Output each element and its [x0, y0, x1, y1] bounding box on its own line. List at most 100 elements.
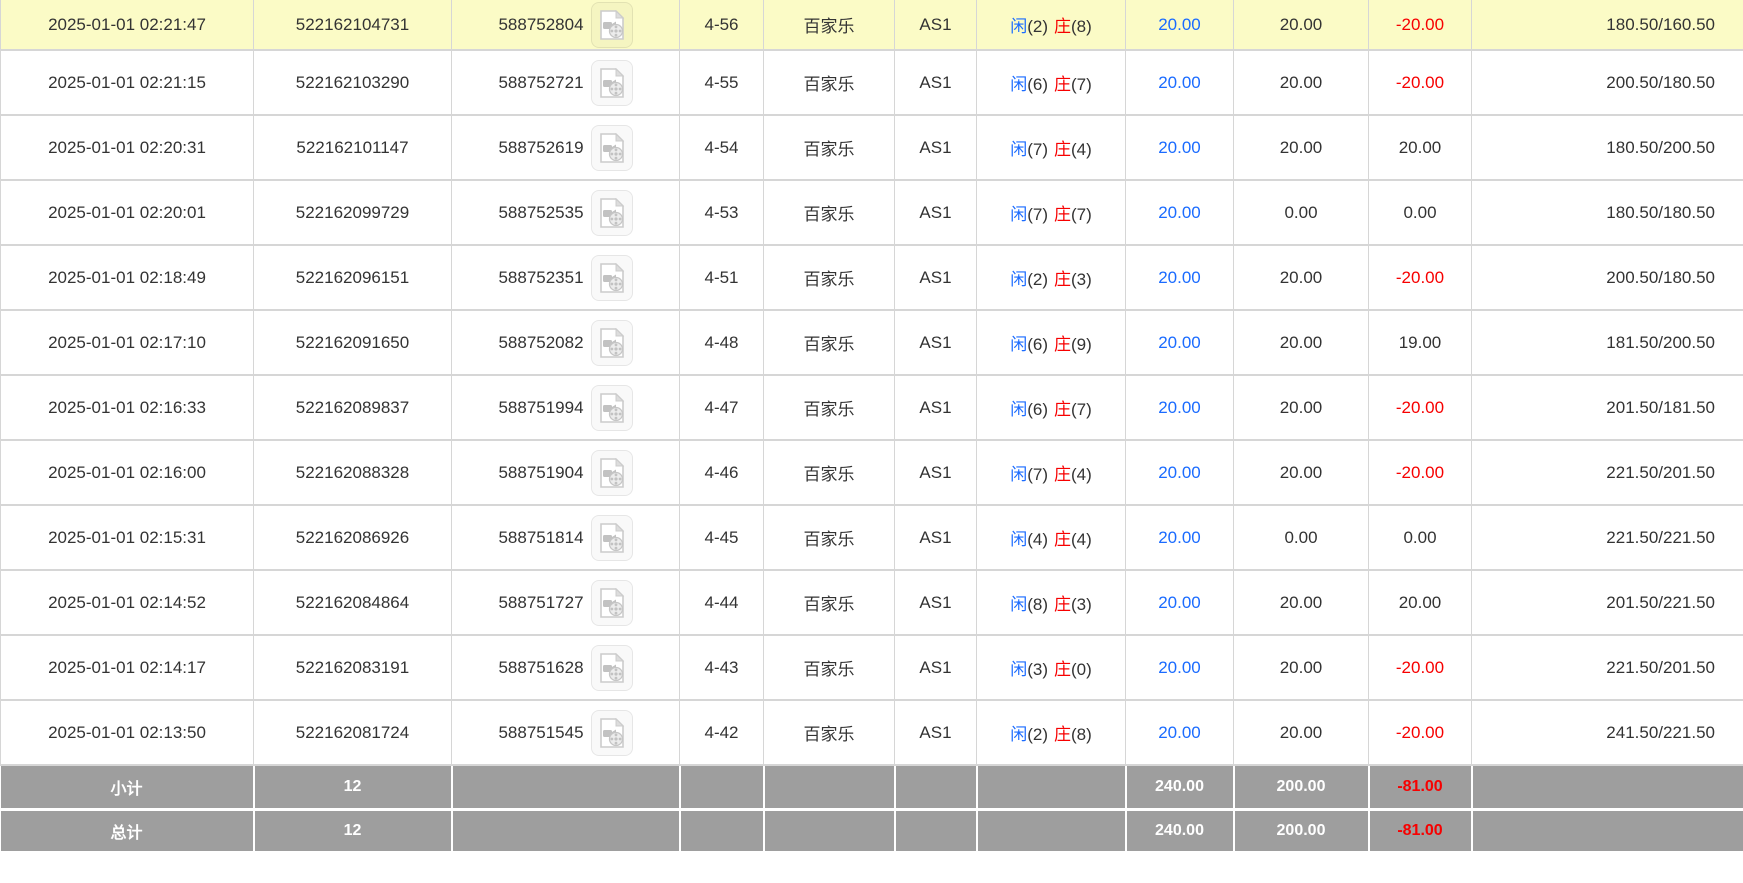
table-row[interactable]: 2025-01-01 02:16:00522162088328588751904… [1, 440, 1743, 505]
order-number-cell: 522162101147 [254, 115, 452, 180]
table-row[interactable]: 2025-01-01 02:14:52522162084864588751727… [1, 570, 1743, 635]
banker-score: (7) [1071, 75, 1092, 94]
round-number-group: 588752535 [452, 190, 679, 236]
time-cell: 2025-01-01 02:18:49 [1, 245, 254, 310]
game-type-cell: 百家乐 [764, 180, 895, 245]
table-row[interactable]: 2025-01-01 02:13:50522162081724588751545… [1, 700, 1743, 765]
subtotal-bet-total-cell: 240.00 [1126, 765, 1234, 809]
video-replay-button[interactable] [591, 580, 633, 626]
bet-amount-cell: 20.00 [1126, 245, 1234, 310]
winloss-cell: -20.00 [1369, 50, 1472, 115]
video-replay-button[interactable] [591, 450, 633, 496]
table-row[interactable]: 2025-01-01 02:21:15522162103290588752721… [1, 50, 1743, 115]
total-empty-cell [895, 809, 977, 851]
video-replay-button[interactable] [591, 710, 633, 756]
order-number-cell: 522162089837 [254, 375, 452, 440]
banker-score: (7) [1071, 400, 1092, 419]
table-row[interactable]: 2025-01-01 02:14:17522162083191588751628… [1, 635, 1743, 700]
total-empty-cell [764, 809, 895, 851]
banker-score: (7) [1071, 205, 1092, 224]
video-replay-button[interactable] [591, 385, 633, 431]
session-cell: 4-45 [680, 505, 764, 570]
game-type-cell: 百家乐 [764, 570, 895, 635]
video-file-icon [599, 10, 625, 40]
table-row[interactable]: 2025-01-01 02:20:31522162101147588752619… [1, 115, 1743, 180]
winloss-cell: -20.00 [1369, 440, 1472, 505]
result-cell: 闲(6)庄(9) [977, 310, 1126, 375]
player-score: (2) [1027, 17, 1048, 36]
total-count-cell: 12 [254, 809, 452, 851]
player-score: (7) [1027, 140, 1048, 159]
session-cell: 4-56 [680, 0, 764, 50]
table-name-cell: AS1 [895, 635, 977, 700]
game-type-cell: 百家乐 [764, 440, 895, 505]
round-number-cell: 588752351 [452, 245, 680, 310]
balance-cell: 180.50/200.50 [1472, 115, 1743, 180]
bet-amount-cell: 20.00 [1126, 505, 1234, 570]
game-type-cell: 百家乐 [764, 245, 895, 310]
banker-score: (0) [1071, 660, 1092, 679]
player-result-label: 闲 [1010, 270, 1027, 289]
video-replay-button[interactable] [591, 515, 633, 561]
player-score: (2) [1027, 270, 1048, 289]
session-cell: 4-42 [680, 700, 764, 765]
player-score: (6) [1027, 400, 1048, 419]
player-result-label: 闲 [1010, 660, 1027, 679]
table-name-cell: AS1 [895, 440, 977, 505]
time-cell: 2025-01-01 02:20:01 [1, 180, 254, 245]
banker-result-label: 庄 [1054, 205, 1071, 224]
bet-amount-cell: 20.00 [1126, 50, 1234, 115]
subtotal-empty-cell [764, 765, 895, 809]
winloss-cell: -20.00 [1369, 245, 1472, 310]
table-row[interactable]: 2025-01-01 02:17:10522162091650588752082… [1, 310, 1743, 375]
round-number: 588751814 [498, 528, 583, 548]
player-score: (6) [1027, 75, 1048, 94]
table-name-cell: AS1 [895, 115, 977, 180]
video-replay-button[interactable] [591, 320, 633, 366]
video-replay-button[interactable] [591, 2, 633, 48]
total-winloss-total-cell: -81.00 [1369, 809, 1472, 851]
round-number-group: 588751628 [452, 645, 679, 691]
subtotal-empty-cell [680, 765, 764, 809]
game-type-cell: 百家乐 [764, 310, 895, 375]
total-empty-cell [680, 809, 764, 851]
round-number-cell: 588751545 [452, 700, 680, 765]
result-cell: 闲(6)庄(7) [977, 375, 1126, 440]
banker-result-label: 庄 [1054, 465, 1071, 484]
video-replay-button[interactable] [591, 645, 633, 691]
round-number-group: 588751994 [452, 385, 679, 431]
session-cell: 4-44 [680, 570, 764, 635]
table-row[interactable]: 2025-01-01 02:15:31522162086926588751814… [1, 505, 1743, 570]
round-number-cell: 588751904 [452, 440, 680, 505]
video-replay-button[interactable] [591, 190, 633, 236]
valid-amount-cell: 20.00 [1234, 245, 1369, 310]
table-row[interactable]: 2025-01-01 02:16:33522162089837588751994… [1, 375, 1743, 440]
video-file-icon [599, 458, 625, 488]
banker-score: (3) [1071, 595, 1092, 614]
order-number-cell: 522162086926 [254, 505, 452, 570]
table-row[interactable]: 2025-01-01 02:20:01522162099729588752535… [1, 180, 1743, 245]
banker-score: (3) [1071, 270, 1092, 289]
round-number: 588751994 [498, 398, 583, 418]
table-row[interactable]: 2025-01-01 02:18:49522162096151 588752351… [1, 245, 1743, 310]
time-cell: 2025-01-01 02:14:52 [1, 570, 254, 635]
session-cell: 4-48 [680, 310, 764, 375]
video-replay-button[interactable] [591, 125, 633, 171]
order-number-cell: 522162096151 [254, 245, 452, 310]
round-number: 588752351 [498, 268, 583, 288]
video-replay-button[interactable] [591, 255, 633, 301]
result-cell: 闲(2)庄(3) [977, 245, 1126, 310]
banker-result-label: 庄 [1054, 595, 1071, 614]
round-number-group: 588751814 [452, 515, 679, 561]
player-score: (2) [1027, 725, 1048, 744]
bet-amount-cell: 20.00 [1126, 570, 1234, 635]
table-row[interactable]: 2025-01-01 02:21:47522162104731588752804… [1, 0, 1743, 50]
round-number-cell: 588751727 [452, 570, 680, 635]
video-replay-button[interactable] [591, 60, 633, 106]
table-name-cell: AS1 [895, 700, 977, 765]
total-bet-total-cell: 240.00 [1126, 809, 1234, 851]
session-cell: 4-43 [680, 635, 764, 700]
winloss-cell: -20.00 [1369, 635, 1472, 700]
game-type-cell: 百家乐 [764, 635, 895, 700]
order-number-cell: 522162104731 [254, 0, 452, 50]
